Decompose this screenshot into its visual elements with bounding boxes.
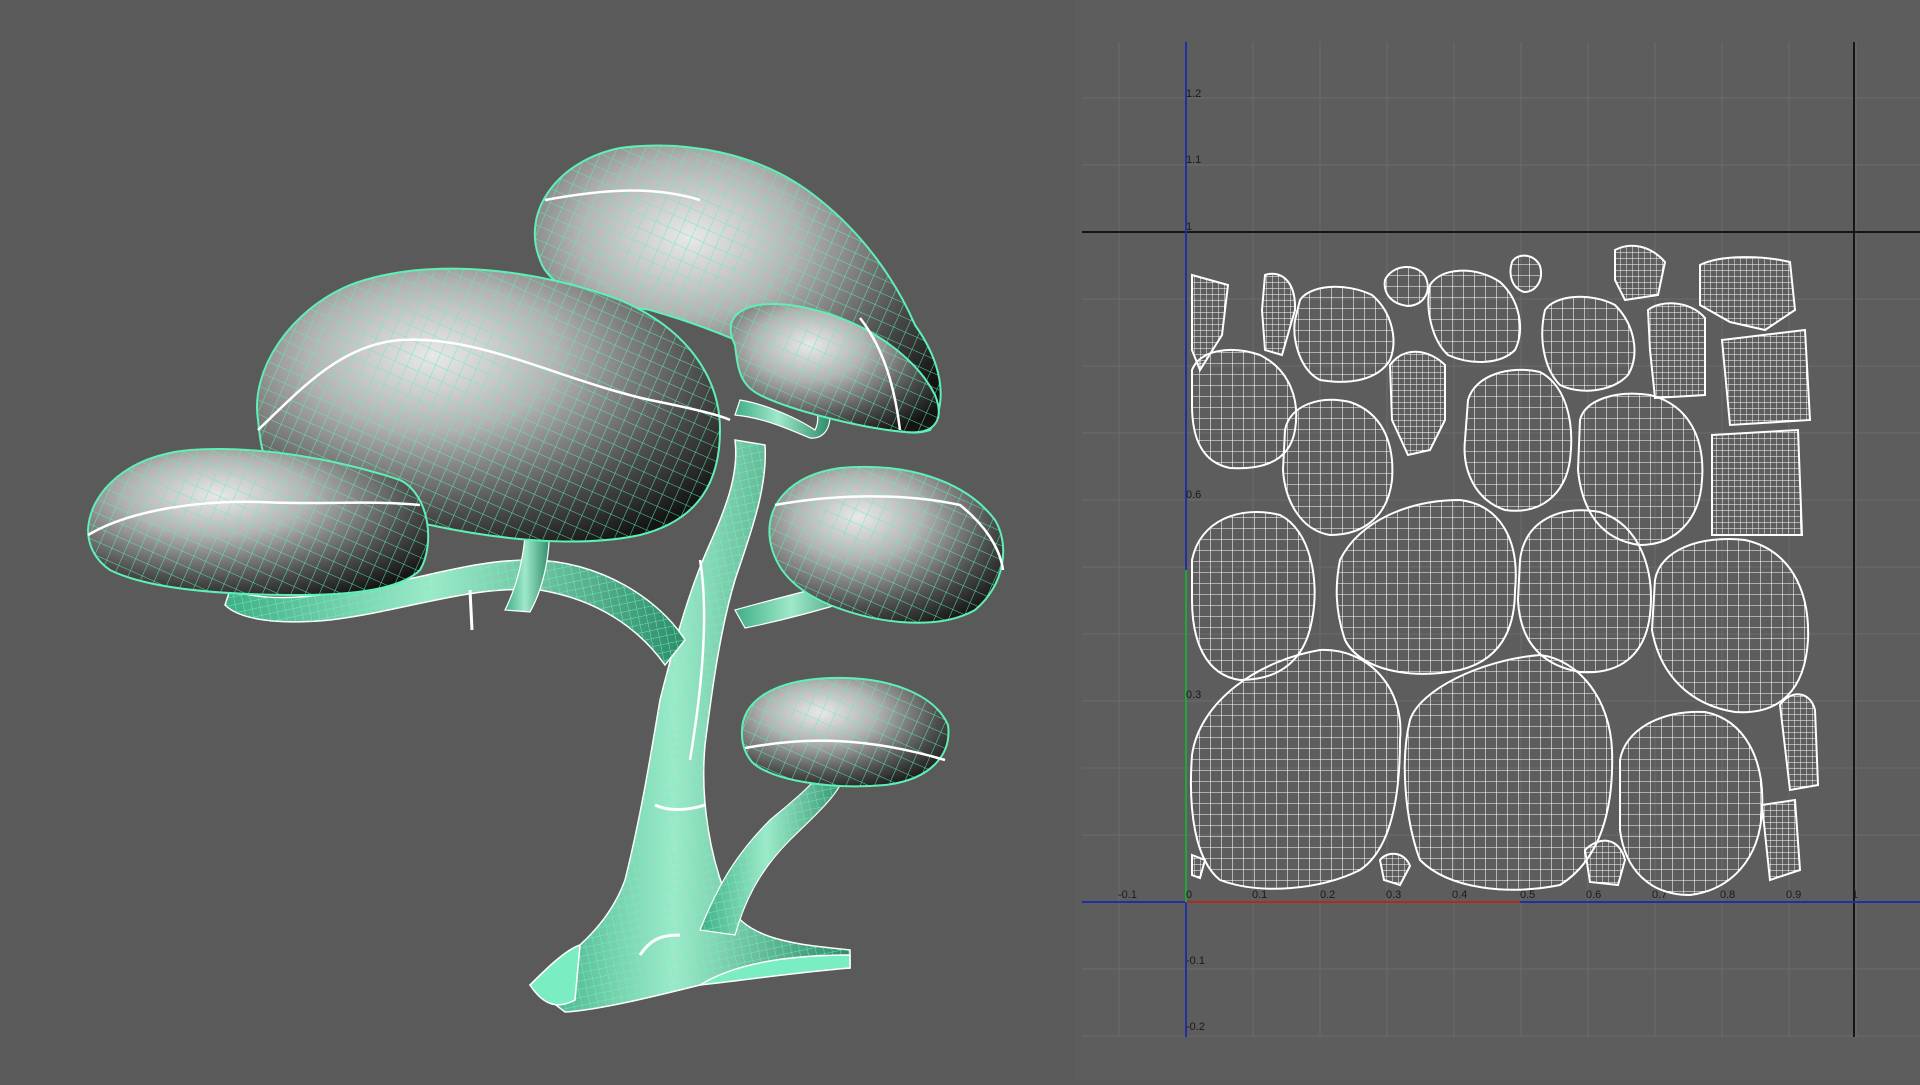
u-tick-label: 0.5 <box>1520 889 1535 901</box>
uv-shell[interactable] <box>1378 852 1412 887</box>
v-tick-label: 0.3 <box>1186 689 1201 701</box>
uv-shell[interactable] <box>1646 302 1706 400</box>
uv-shell[interactable] <box>1583 839 1627 887</box>
uv-shell[interactable] <box>1509 254 1542 294</box>
u-tick-label: 0.3 <box>1386 889 1401 901</box>
u-tick-label: 0.1 <box>1252 889 1267 901</box>
uv-shell[interactable] <box>1778 693 1820 792</box>
uv-editor[interactable]: -0.1 0 0.1 0.2 0.3 0.4 0.5 0.6 0.7 0.8 0… <box>1075 0 1920 1080</box>
u-tick-label: 0 <box>1186 889 1192 901</box>
uv-shell[interactable] <box>1260 272 1297 357</box>
uv-shell[interactable] <box>1293 285 1395 383</box>
v-tick-label: 1 <box>1186 221 1192 233</box>
uv-shell[interactable] <box>1576 392 1704 547</box>
u-tick-label: 0.6 <box>1586 889 1601 901</box>
uv-shell[interactable] <box>1760 798 1802 882</box>
app-stage: -0.1 0 0.1 0.2 0.3 0.4 0.5 0.6 0.7 0.8 0… <box>0 0 1920 1080</box>
uv-shell[interactable] <box>1189 648 1402 890</box>
u-tick-labels: -0.1 0 0.1 0.2 0.3 0.4 0.5 0.6 0.7 0.8 0… <box>1118 889 1858 901</box>
uv-shell[interactable] <box>1191 853 1207 880</box>
u-tick-label: 1 <box>1852 889 1858 901</box>
uv-shell[interactable] <box>1720 328 1812 427</box>
uv-shell[interactable] <box>1427 269 1521 363</box>
v-tick-label: -0.2 <box>1186 1021 1205 1033</box>
uv-shell[interactable] <box>1650 538 1810 714</box>
uv-shells[interactable] <box>1189 244 1820 897</box>
uv-shell[interactable] <box>1463 368 1573 512</box>
uv-shell[interactable] <box>1383 266 1429 308</box>
uv-shell[interactable] <box>1191 511 1316 682</box>
v-tick-label: 0.6 <box>1186 489 1201 501</box>
u-tick-label: 0.4 <box>1452 889 1467 901</box>
uv-shell[interactable] <box>1403 653 1614 891</box>
tree-mesh-render[interactable] <box>0 0 1075 1080</box>
uv-shell[interactable] <box>1281 398 1394 537</box>
canopy-lower-right[interactable] <box>740 676 950 788</box>
uv-shell[interactable] <box>1711 428 1804 536</box>
uv-shell[interactable] <box>1541 295 1636 392</box>
u-tick-label: 0.2 <box>1320 889 1335 901</box>
uv-canvas[interactable]: -0.1 0 0.1 0.2 0.3 0.4 0.5 0.6 0.7 0.8 0… <box>1075 0 1920 1080</box>
3d-viewport[interactable] <box>0 0 1075 1080</box>
v-tick-label: 1.1 <box>1186 154 1201 166</box>
u-tick-label: -0.1 <box>1118 889 1137 901</box>
v-tick-label: -0.1 <box>1186 955 1205 967</box>
u-tick-label: 0.9 <box>1786 889 1801 901</box>
u-tick-label: 0.8 <box>1720 889 1735 901</box>
uv-shell[interactable] <box>1619 710 1764 897</box>
uv-shell[interactable] <box>1191 349 1298 470</box>
uv-shell[interactable] <box>1388 350 1446 457</box>
uv-shell[interactable] <box>1614 244 1667 302</box>
uv-shell[interactable] <box>1699 256 1797 332</box>
v-tick-label: 1.2 <box>1186 88 1201 100</box>
